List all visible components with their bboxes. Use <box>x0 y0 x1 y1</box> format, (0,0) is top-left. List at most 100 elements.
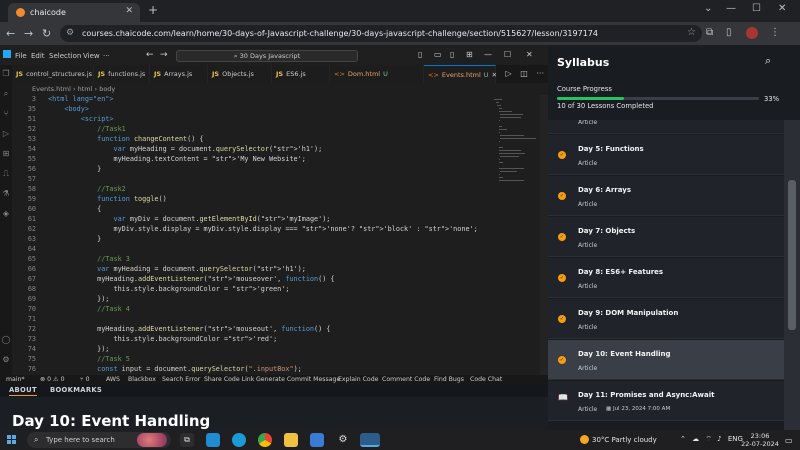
code-line[interactable]: myDiv.style.display = myDiv.style.displa… <box>48 225 477 233</box>
code-line[interactable]: { <box>48 205 101 213</box>
status-find-bugs[interactable]: Find Bugs <box>434 375 464 385</box>
code-line[interactable]: //Task 3 <box>48 255 130 263</box>
code-line[interactable]: var myHeading = document.querySelector("… <box>48 145 322 153</box>
editor-scrollbar[interactable] <box>540 95 548 375</box>
code-line[interactable]: function toggle() <box>48 195 167 203</box>
tab-dom-html[interactable]: <> Dom.html U <box>330 65 424 83</box>
file-explorer-icon[interactable] <box>284 433 298 447</box>
breadcrumb-file[interactable]: Events.html <box>32 85 71 93</box>
code-line[interactable]: //Task2 <box>48 185 126 193</box>
url-field[interactable]: ⚙ courses.chaicode.com/learn/home/30-day… <box>60 25 702 42</box>
lesson-item[interactable]: ✓ Day 10: Event Handling Article <box>548 340 784 380</box>
maximize-icon[interactable]: ☐ <box>752 3 761 14</box>
tab-control-structures[interactable]: JS control_structures.js <box>12 65 94 83</box>
status-generate-commit[interactable]: Generate Commit Message <box>256 375 340 385</box>
lesson-item[interactable]: ✓ Day 7: Objects Article <box>548 217 784 257</box>
close-window-icon[interactable]: ✕ <box>778 3 786 14</box>
chevron-down-icon[interactable]: ⌄ <box>704 3 712 14</box>
browser-tab[interactable]: chaicode ✕ <box>8 3 140 22</box>
edge-browser-icon[interactable] <box>232 433 246 447</box>
code-line[interactable]: const input = document.querySelector(".i… <box>48 365 302 373</box>
explorer-icon[interactable]: ❐ <box>1 69 11 79</box>
tab-es6[interactable]: JS ES6.js <box>272 65 330 83</box>
taskbar-search[interactable]: ⌕ Type here to search <box>27 432 171 448</box>
nav-forward-icon[interactable]: → <box>160 50 168 60</box>
vscode-minimize-icon[interactable]: — <box>484 50 492 59</box>
show-hidden-icons-icon[interactable]: ⌃ <box>680 435 686 443</box>
lesson-item[interactable]: ✓Day 4: LoopsArticle <box>548 120 784 134</box>
toggle-panel-icon[interactable]: ▭ <box>434 50 442 59</box>
lesson-item[interactable]: 📖 Day 11: Promises and Async:Await Article… <box>548 381 784 421</box>
minimap[interactable] <box>490 95 540 375</box>
account-icon[interactable]: ◯ <box>1 335 11 345</box>
status-comment-code[interactable]: Comment Code <box>382 375 430 385</box>
back-icon[interactable]: ← <box>6 27 15 40</box>
status-branch[interactable]: main* <box>6 375 25 385</box>
tab-about[interactable]: ABOUT <box>9 386 37 396</box>
code-line[interactable]: myHeading.addEventListener("str">'mouseo… <box>48 325 330 333</box>
lesson-item[interactable]: ✓ Day 6: Arrays Article <box>548 176 784 216</box>
vscode-maximize-icon[interactable]: ☐ <box>504 50 511 59</box>
task-view-icon[interactable]: ⧉ <box>180 433 194 447</box>
extensions-icon[interactable]: ⧉ <box>706 27 713 38</box>
forward-icon[interactable]: → <box>24 27 33 40</box>
status-problems[interactable]: ⊗ 0 ⚠ 0 <box>40 375 65 385</box>
status-aws[interactable]: AWS <box>106 375 120 385</box>
docker-icon[interactable]: ◈ <box>1 209 11 219</box>
weather-text[interactable]: 30°C Partly cloudy <box>592 436 657 444</box>
code-line[interactable]: myHeading.textContent = "str">'My New We… <box>48 155 305 163</box>
sidebar-icon[interactable]: ▯ <box>726 27 732 38</box>
menu-selection[interactable]: Selection <box>49 52 81 60</box>
vscode-taskbar-icon[interactable] <box>360 433 380 447</box>
vscode-close-icon[interactable]: ✕ <box>526 50 533 59</box>
manage-gear-icon[interactable]: ⚙ <box>1 355 11 365</box>
code-line[interactable]: } <box>48 235 101 243</box>
breadcrumb-body[interactable]: body <box>99 85 115 93</box>
code-line[interactable]: myHeading.addEventListener("str">'mouseo… <box>48 275 334 283</box>
close-tab-icon[interactable]: ✕ <box>492 71 497 79</box>
status-search-error[interactable]: Search Error <box>162 375 200 385</box>
code-line[interactable]: } <box>48 165 101 173</box>
code-line[interactable]: var myDiv = document.getElementById("str… <box>48 215 330 223</box>
search-activity-icon[interactable]: ⌕ <box>1 89 11 99</box>
source-control-icon[interactable]: ⑂ <box>1 109 11 119</box>
search-icon[interactable]: ⌕ <box>765 54 771 68</box>
cloud-icon[interactable]: ☁ <box>692 435 699 443</box>
close-tab-icon[interactable]: ✕ <box>125 6 133 16</box>
lesson-item[interactable]: ✓ Day 8: ES6+ Features Article <box>548 258 784 298</box>
lesson-item[interactable]: ✓ Day 5: Functions Article <box>548 135 784 175</box>
chrome-browser-icon[interactable] <box>258 433 272 447</box>
testing-icon[interactable]: ⚗ <box>1 189 11 199</box>
toggle-sidebar-icon[interactable]: ▯ <box>418 50 422 59</box>
tab-events-html[interactable]: <> Events.html U ✕ <box>424 65 497 83</box>
code-line[interactable]: var myHeading = document.querySelector("… <box>48 265 306 273</box>
code-line[interactable]: <html lang="en"> <box>48 95 113 103</box>
menu-file[interactable]: File <box>15 52 27 60</box>
code-line[interactable]: //Task 5 <box>48 355 130 363</box>
code-line[interactable]: this.style.backgroundColor = "str">'gree… <box>48 285 289 293</box>
windows-start-icon[interactable] <box>7 435 17 445</box>
reload-icon[interactable]: ↻ <box>42 27 51 40</box>
notifications-icon[interactable]: ▭ <box>785 436 793 445</box>
settings-gear-icon[interactable]: ⚙ <box>336 433 350 447</box>
breadcrumb-html[interactable]: html <box>78 85 93 93</box>
status-share-code-link[interactable]: Share Code Link <box>204 375 254 385</box>
code-line[interactable]: //Task1 <box>48 125 126 133</box>
more-actions-icon[interactable]: ··· <box>536 69 544 78</box>
menu-edit[interactable]: Edit <box>31 52 45 60</box>
new-tab-icon[interactable]: + <box>148 3 158 17</box>
nav-back-icon[interactable]: ← <box>146 50 154 60</box>
site-info-icon[interactable]: ⚙ <box>66 28 74 38</box>
volume-icon[interactable]: ♪ <box>717 435 721 443</box>
syllabus-scrollbar[interactable] <box>784 120 800 430</box>
code-editor[interactable]: 3 <html lang="en"> 35 <body> 51 <script> 52 … <box>12 95 490 375</box>
taskbar-clock[interactable]: 23:06 22-07-2024 <box>740 432 780 448</box>
status-code-chat[interactable]: Code Chat <box>470 375 502 385</box>
mail-app-icon[interactable] <box>206 433 220 447</box>
minimize-icon[interactable]: — <box>726 3 736 14</box>
menu-more[interactable]: ··· <box>103 52 110 60</box>
tab-objects[interactable]: JS Objects.js <box>208 65 272 83</box>
code-line[interactable]: <body> <box>48 105 89 113</box>
code-line[interactable]: this.style.backgroundColor ="str">'red'; <box>48 335 277 343</box>
status-ports[interactable]: ⑂ 0 <box>80 375 90 385</box>
